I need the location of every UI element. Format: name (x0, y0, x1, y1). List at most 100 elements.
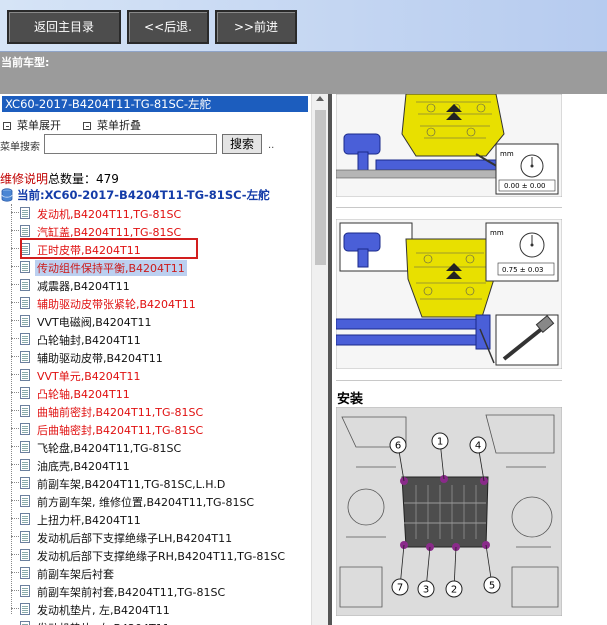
count-text: 总数量：479 (48, 172, 119, 186)
tree-item-label[interactable]: 凸轮轴封,B4204T11 (37, 332, 141, 348)
gauge-1-unit: mm (500, 150, 514, 158)
count-prefix: 维修说明 (0, 172, 49, 186)
tree-connector (11, 446, 19, 447)
collapse-menu-link[interactable]: 菜单折叠 (97, 119, 141, 132)
document-icon (20, 351, 30, 363)
tree-item-label[interactable]: 飞轮盘,B4204T11,TG-81SC (37, 440, 181, 456)
expand-icon[interactable] (3, 122, 11, 130)
document-icon (20, 279, 30, 291)
tree-item-label[interactable]: 凸轮轴,B4204T11 (37, 386, 130, 402)
installation-figure: 6 1 4 7 3 2 5 (336, 407, 562, 616)
content-pane: mm 0.00 ± 0.00 mm 0.75 ± 0.03 安装 6 1 4 7… (332, 94, 607, 625)
tree-connector (11, 212, 19, 213)
document-icon (20, 621, 30, 625)
tree-connector (11, 284, 19, 285)
tree-connector (11, 572, 19, 573)
tree-connector (11, 536, 19, 537)
tree-item-label[interactable]: 发动机后部下支撑绝缘子LH,B4204T11 (37, 530, 232, 546)
tree-item-label[interactable]: 发动机,B4204T11,TG-81SC (37, 206, 181, 222)
search-input[interactable] (44, 134, 217, 154)
tree-connector (11, 248, 19, 249)
document-icon (20, 585, 30, 597)
document-icon (20, 405, 30, 417)
document-icon (20, 603, 30, 615)
measurement-figure-2: mm 0.75 ± 0.03 (336, 219, 562, 369)
tree-item-label[interactable]: 辅助驱动皮带,B4204T11 (37, 350, 163, 366)
tree-connector (11, 554, 19, 555)
current-vehicle-bar: 当前车型: (0, 52, 607, 94)
tree-item-label[interactable]: 前方副车架, 维修位置,B4204T11,TG-81SC (37, 494, 254, 510)
back-to-main-button[interactable]: 返回主目录 (7, 10, 121, 44)
tree-item-label[interactable]: 前副车架,B4204T11,TG-81SC,L.H.D (37, 476, 225, 492)
tree-item-label[interactable]: VVT电磁阀,B4204T11 (37, 314, 152, 330)
document-icon (20, 459, 30, 471)
expand-menu-link[interactable]: 菜单展开 (17, 119, 61, 132)
gauge-1-value: 0.00 ± 0.00 (504, 182, 546, 190)
document-icon (20, 315, 30, 327)
tree-connector (11, 320, 19, 321)
search-label: 菜单搜索 (0, 142, 40, 153)
tree-title: XC60-2017-B4204T11-TG-81SC-左舵 (2, 96, 308, 112)
tree-scrollbar[interactable] (311, 94, 328, 625)
callout-number: 1 (437, 437, 443, 448)
gauge-2-value: 0.75 ± 0.03 (502, 266, 544, 274)
document-icon (20, 297, 30, 309)
tree-connector (11, 500, 19, 501)
document-icon (20, 369, 30, 381)
tree-connector (11, 392, 19, 393)
document-icon (20, 207, 30, 219)
tree-root[interactable]: 当前:XC60-2017-B4204T11-TG-81SC-左舵 (1, 187, 270, 203)
menu-toggle-row: 菜单展开 菜单折叠 (2, 117, 141, 133)
document-icon (20, 423, 30, 435)
tree-connector (11, 482, 19, 483)
document-icon (20, 531, 30, 543)
current-vehicle-label: 当前车型: (1, 56, 50, 69)
tree-item-label[interactable]: VVT单元,B4204T11 (37, 368, 141, 384)
tree-connector (11, 338, 19, 339)
document-icon (20, 567, 30, 579)
search-button[interactable]: 搜索 (222, 134, 262, 154)
tree-item-label[interactable]: 上扭力杆,B4204T11 (37, 512, 141, 528)
callout-number: 5 (489, 581, 495, 592)
callout-number: 4 (475, 441, 481, 452)
collapse-icon[interactable] (83, 122, 91, 130)
tree-item-label[interactable]: 曲轴前密封,B4204T11,TG-81SC (37, 404, 203, 420)
tree-item-label[interactable]: 辅助驱动皮带张紧轮,B4204T11 (37, 296, 196, 312)
tree-item-label[interactable]: 发动机后部下支撑绝缘子RH,B4204T11,TG-81SC (37, 548, 285, 564)
tree-item-label[interactable]: 发动机垫片, 右,B4204T11 (37, 620, 170, 625)
tree-root-label: 当前:XC60-2017-B4204T11-TG-81SC-左舵 (17, 188, 270, 202)
tree-item-label[interactable]: 前副车架后衬套 (37, 566, 114, 582)
scrollbar-thumb[interactable] (315, 110, 326, 265)
document-icon (20, 225, 30, 237)
tree-connector (11, 302, 19, 303)
tree-item-label[interactable]: 传动组件保持平衡,B4204T11 (35, 260, 187, 276)
tree-connector (11, 410, 19, 411)
scroll-up-arrow-icon[interactable] (316, 96, 324, 101)
tree-item-label[interactable]: 前副车架前衬套,B4204T11,TG-81SC (37, 584, 225, 600)
tree-connector (11, 590, 19, 591)
document-icon (20, 387, 30, 399)
figure-separator (336, 207, 562, 208)
gauge-2-unit: mm (490, 229, 504, 237)
count-row: 维修说明总数量：479 (0, 170, 119, 187)
tree-connector (11, 608, 19, 609)
selection-highlight-frame (20, 238, 198, 259)
tree-item-label[interactable]: 油底壳,B4204T11 (37, 458, 130, 474)
callout-number: 7 (397, 583, 403, 594)
tree-connector (11, 374, 19, 375)
tree-item-label[interactable]: 发动机垫片, 左,B4204T11 (37, 602, 170, 618)
measurement-figure-1: mm 0.00 ± 0.00 (336, 94, 562, 197)
tree-connector (11, 266, 19, 267)
tree-connector (11, 428, 19, 429)
tree-item-label[interactable]: 后曲轴密封,B4204T11,TG-81SC (37, 422, 203, 438)
tree-item-label[interactable]: 减震器,B4204T11 (37, 278, 130, 294)
forward-button[interactable]: >>前进 (215, 10, 297, 44)
back-button[interactable]: <<后退. (127, 10, 209, 44)
database-icon (1, 188, 13, 202)
tree-connector (11, 518, 19, 519)
document-icon (20, 441, 30, 453)
install-section-title: 安装 (337, 392, 364, 407)
tree-connector (11, 230, 19, 231)
document-icon (20, 495, 30, 507)
callout-number: 3 (423, 585, 429, 596)
